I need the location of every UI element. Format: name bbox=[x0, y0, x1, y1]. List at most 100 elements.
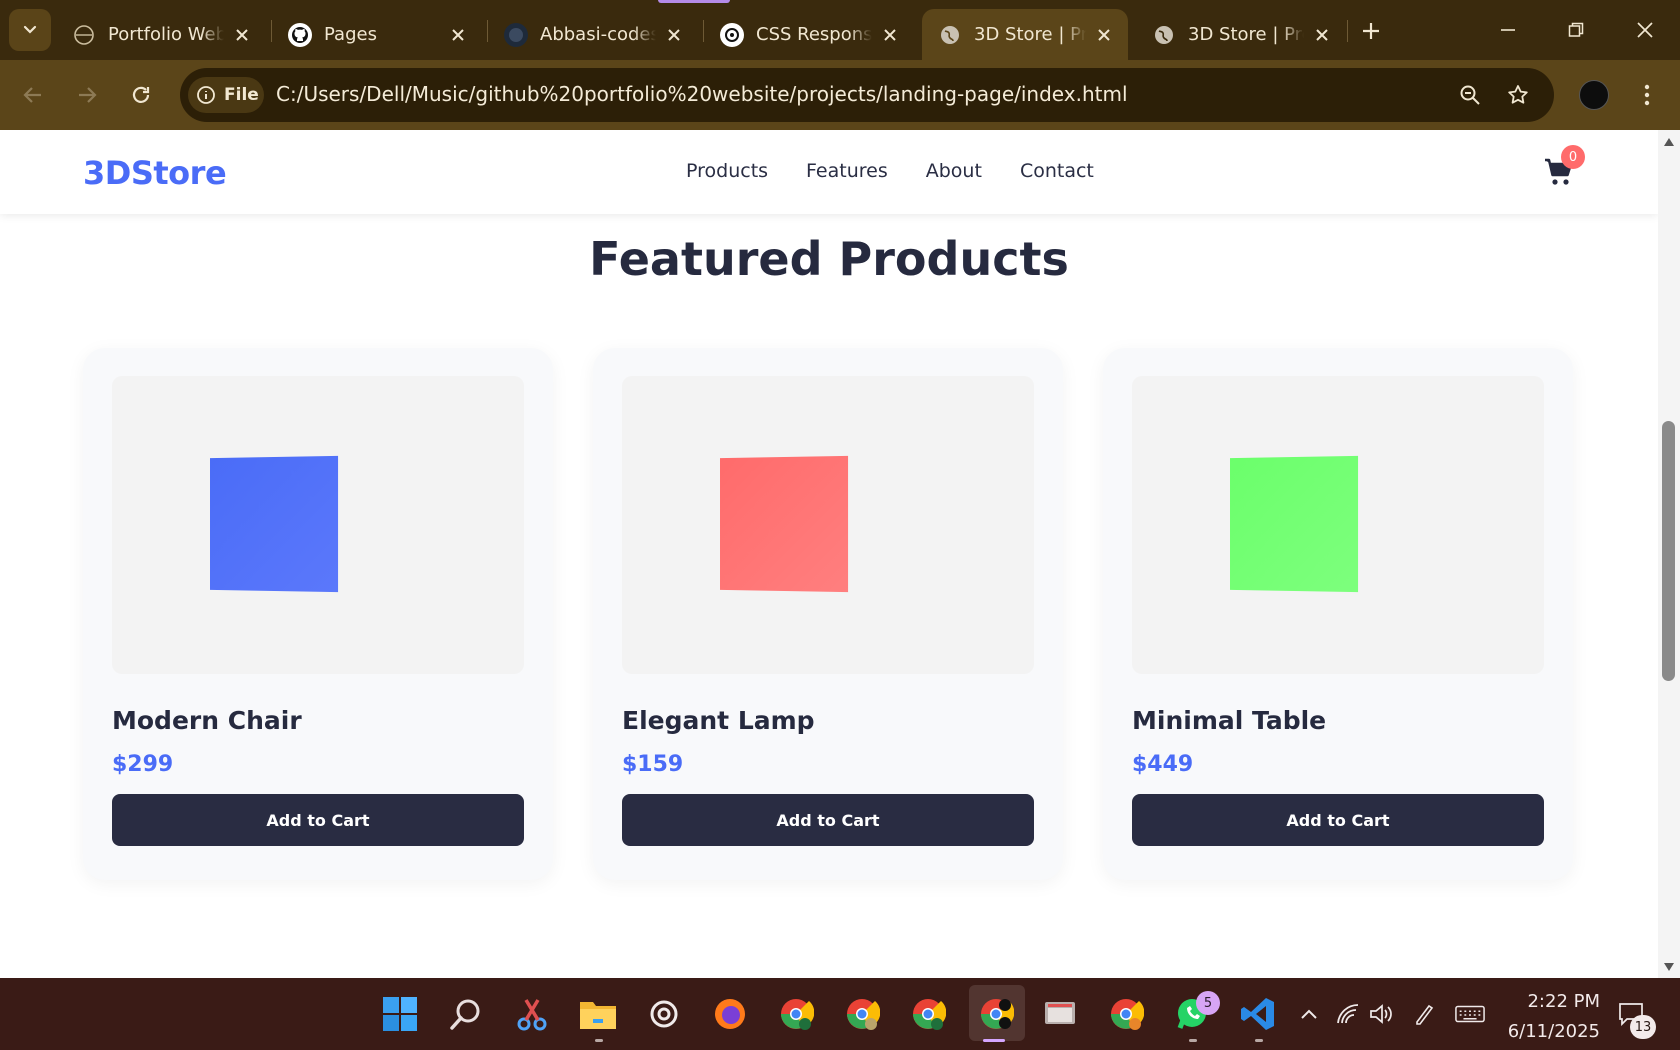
taskbar-chatgpt[interactable] bbox=[643, 993, 685, 1035]
whatsapp-unread-badge: 5 bbox=[1196, 991, 1220, 1015]
taskbar-running-indicator bbox=[595, 1039, 603, 1042]
close-tab-icon[interactable] bbox=[662, 23, 686, 47]
triangle-down-icon bbox=[1664, 963, 1674, 971]
taskbar-clock[interactable]: 2:22 PM 6/11/2025 bbox=[1496, 987, 1600, 1047]
globe-icon bbox=[1152, 23, 1176, 47]
site-navbar: 3DStore Products Features About Contact … bbox=[0, 130, 1658, 214]
zoom-out-icon bbox=[1460, 85, 1480, 105]
taskbar-vscode[interactable] bbox=[1237, 993, 1279, 1035]
tray-keyboard[interactable] bbox=[1455, 999, 1485, 1029]
minimize-button[interactable] bbox=[1488, 12, 1528, 48]
taskbar-remote-desktop[interactable] bbox=[1039, 993, 1081, 1035]
tray-network[interactable] bbox=[1333, 999, 1363, 1029]
triangle-up-icon bbox=[1664, 138, 1674, 146]
close-tab-icon[interactable] bbox=[230, 23, 254, 47]
taskbar-running-indicator bbox=[1255, 1039, 1263, 1042]
product-3d-preview[interactable] bbox=[112, 376, 524, 674]
chrome-icon bbox=[913, 999, 946, 1030]
product-price: $449 bbox=[1132, 752, 1194, 777]
back-button[interactable] bbox=[16, 78, 50, 112]
product-cube bbox=[210, 455, 339, 593]
url-text[interactable]: C:/Users/Dell/Music/github%20portfolio%2… bbox=[276, 82, 1128, 106]
product-3d-preview[interactable] bbox=[1132, 376, 1544, 674]
taskbar-chrome-active[interactable] bbox=[975, 993, 1017, 1035]
add-to-cart-button[interactable]: Add to Cart bbox=[1132, 794, 1544, 846]
taskbar-firefox[interactable] bbox=[709, 993, 751, 1035]
reload-button[interactable] bbox=[124, 78, 158, 112]
minimize-icon bbox=[1501, 29, 1515, 31]
product-price: $159 bbox=[622, 752, 684, 777]
more-vertical-icon bbox=[1644, 84, 1650, 106]
chrome-icon bbox=[781, 999, 814, 1030]
tray-pen[interactable] bbox=[1409, 999, 1439, 1029]
scissors-icon bbox=[517, 999, 547, 1031]
restore-button[interactable] bbox=[1556, 12, 1596, 48]
taskbar-chrome-profile-p2[interactable] bbox=[907, 993, 949, 1035]
taskbar-search-button[interactable] bbox=[445, 993, 487, 1035]
taskbar-chrome-profile-t[interactable] bbox=[1105, 993, 1147, 1035]
taskbar-chrome-profile-user[interactable] bbox=[841, 993, 883, 1035]
start-button[interactable] bbox=[379, 993, 421, 1035]
search-icon bbox=[450, 999, 480, 1030]
tab-abbasi-codes[interactable]: Abbasi-codes bbox=[488, 9, 698, 60]
close-tab-icon[interactable] bbox=[1310, 23, 1334, 47]
taskbar-active-indicator bbox=[983, 1039, 1005, 1042]
close-tab-icon[interactable] bbox=[878, 23, 902, 47]
bookmark-button[interactable] bbox=[1503, 80, 1533, 110]
tab-portfolio-website[interactable]: Portfolio Website bbox=[56, 9, 266, 60]
product-card: Modern Chair $299 Add to Cart bbox=[83, 348, 553, 880]
product-card: Minimal Table $449 Add to Cart bbox=[1103, 348, 1573, 880]
globe-outline-icon bbox=[72, 23, 96, 47]
cart-count-badge: 0 bbox=[1561, 145, 1585, 169]
taskbar-snipping-tool[interactable] bbox=[511, 993, 553, 1035]
chevron-down-icon bbox=[23, 25, 37, 34]
page-viewport: 3DStore Products Features About Contact … bbox=[0, 130, 1658, 978]
product-3d-preview[interactable] bbox=[622, 376, 1034, 674]
tab-title: 3D Store | Premium bbox=[1188, 24, 1304, 45]
tab-3d-store-active[interactable]: 3D Store | Premium bbox=[922, 9, 1128, 60]
taskbar-chrome-profile-p[interactable] bbox=[775, 993, 817, 1035]
scrollbar-thumb[interactable] bbox=[1662, 421, 1675, 681]
globe-icon bbox=[938, 23, 962, 47]
zoom-button[interactable] bbox=[1455, 80, 1485, 110]
chrome-icon bbox=[1111, 999, 1144, 1030]
tab-media-indicator bbox=[658, 0, 730, 3]
chatgpt-icon bbox=[650, 1000, 678, 1028]
close-window-button[interactable] bbox=[1625, 12, 1665, 48]
tray-volume[interactable] bbox=[1366, 999, 1396, 1029]
new-tab-button[interactable] bbox=[1356, 16, 1386, 46]
chrome-icon bbox=[847, 999, 880, 1030]
browser-menu-button[interactable] bbox=[1632, 80, 1662, 110]
nav-link-features[interactable]: Features bbox=[806, 160, 888, 182]
windows-logo-icon bbox=[383, 997, 417, 1031]
profile-avatar[interactable] bbox=[1579, 80, 1609, 110]
scroll-down-arrow[interactable] bbox=[1662, 960, 1676, 974]
close-tab-icon[interactable] bbox=[446, 23, 470, 47]
restore-icon bbox=[1568, 22, 1584, 37]
star-outline-icon bbox=[1508, 85, 1528, 104]
add-to-cart-button[interactable]: Add to Cart bbox=[112, 794, 524, 846]
tab-css-responsive[interactable]: CSS Responsive bbox=[704, 9, 914, 60]
github-icon bbox=[288, 22, 312, 47]
tab-pages[interactable]: Pages bbox=[272, 9, 482, 60]
scroll-up-arrow[interactable] bbox=[1662, 135, 1676, 149]
tab-search-button[interactable] bbox=[9, 9, 51, 51]
site-nav-links: Products Features About Contact bbox=[686, 160, 1094, 182]
tab-title: CSS Responsive bbox=[756, 24, 872, 45]
close-tab-icon[interactable] bbox=[1092, 23, 1116, 47]
product-card: Elegant Lamp $159 Add to Cart bbox=[593, 348, 1063, 880]
window-stack-icon bbox=[1045, 1002, 1075, 1024]
chevron-up-icon bbox=[1301, 1009, 1317, 1019]
taskbar-file-explorer[interactable] bbox=[577, 993, 619, 1035]
forward-button[interactable] bbox=[70, 78, 104, 112]
site-logo[interactable]: 3DStore bbox=[83, 154, 227, 192]
reload-icon bbox=[132, 86, 150, 103]
tray-overflow-button[interactable] bbox=[1294, 999, 1324, 1029]
site-info-chip[interactable]: File bbox=[188, 77, 264, 113]
clock-time: 2:22 PM bbox=[1527, 991, 1600, 1012]
nav-link-about[interactable]: About bbox=[926, 160, 982, 182]
nav-link-products[interactable]: Products bbox=[686, 160, 768, 182]
nav-link-contact[interactable]: Contact bbox=[1020, 160, 1094, 182]
add-to-cart-button[interactable]: Add to Cart bbox=[622, 794, 1034, 846]
tab-3d-store[interactable]: 3D Store | Premium bbox=[1136, 9, 1346, 60]
